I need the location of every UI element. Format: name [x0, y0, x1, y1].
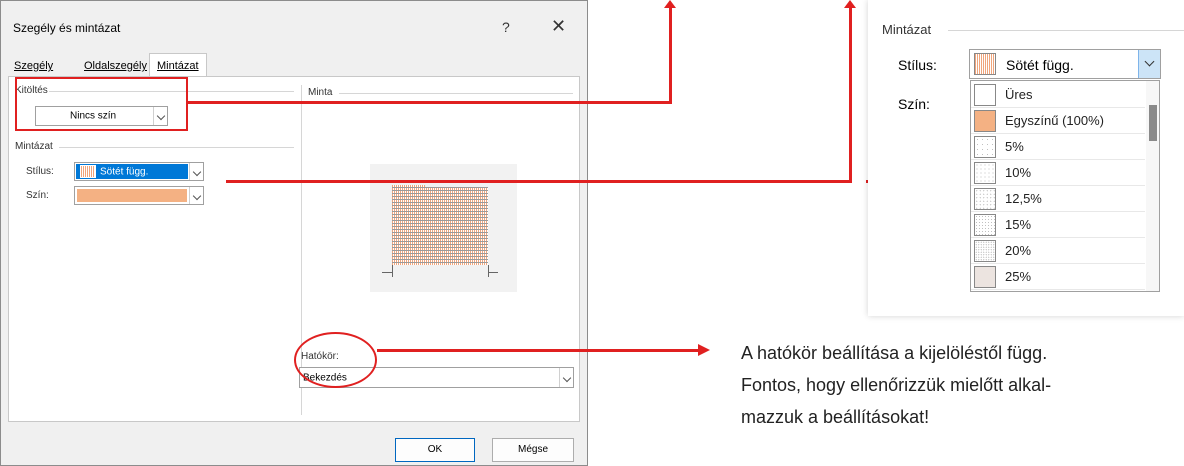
swatch-20	[974, 240, 996, 262]
crop-mark	[382, 272, 392, 273]
crop-mark	[392, 265, 393, 277]
chevron-down-icon	[189, 163, 203, 180]
pattern-style-value: Sötét függ.	[100, 166, 149, 177]
arrow-line	[226, 180, 851, 183]
list-item-label: 5%	[1005, 139, 1024, 154]
divider	[948, 30, 1184, 31]
pattern-style-flyout: Mintázat Stílus: Sötét függ. Szín: Üres …	[868, 0, 1184, 316]
divider	[339, 93, 573, 94]
swatch-5	[974, 136, 996, 158]
close-button[interactable]: ✕	[551, 16, 566, 37]
pattern-color-dropdown[interactable]	[74, 186, 204, 205]
list-item[interactable]: 25%	[971, 264, 1145, 290]
arrow-line	[377, 349, 699, 352]
pattern-swatch-icon	[974, 53, 996, 75]
swatch-solid	[974, 110, 996, 132]
list-item-label: 12,5%	[1005, 191, 1042, 206]
pattern-color-label: Szín:	[26, 190, 49, 201]
chevron-down-icon	[1144, 56, 1155, 67]
list-item[interactable]: 20%	[971, 238, 1145, 264]
list-item[interactable]: Egyszínű (100%)	[971, 108, 1145, 134]
flyout-color-label: Szín:	[898, 96, 930, 112]
tab-szegely[interactable]: Szegély	[7, 57, 60, 76]
scrollbar[interactable]	[1146, 81, 1159, 291]
list-item-label: 20%	[1005, 243, 1032, 258]
chevron-down-icon	[559, 368, 573, 387]
pattern-style-label: Stílus:	[26, 166, 54, 177]
pattern-style-list[interactable]: Üres Egyszínű (100%) 5% 10% 12,5% 15% 20…	[970, 80, 1160, 292]
pattern-preview	[370, 164, 517, 292]
color-swatch	[77, 189, 187, 202]
divider	[59, 147, 294, 148]
flyout-style-value: Sötét függ.	[1006, 57, 1074, 73]
tab-mintazat[interactable]: Mintázat	[149, 53, 207, 77]
preview-text-lines	[392, 187, 488, 265]
flyout-group-label: Mintázat	[882, 22, 932, 37]
list-item-label: 15%	[1005, 217, 1032, 232]
arrow-line	[849, 6, 852, 183]
arrow-head-icon	[698, 344, 710, 356]
note-line: A hatókör beállítása a kijelöléstől függ…	[741, 343, 1048, 363]
note-line: mazzuk a beállításokat!	[741, 407, 930, 427]
list-item[interactable]: Üres	[971, 82, 1145, 108]
arrow-head-icon	[664, 0, 676, 8]
flyout-style-label: Stílus:	[898, 57, 937, 73]
ok-button[interactable]: OK	[395, 438, 475, 462]
note-line: Fontos, hogy ellenőrizzük mielőtt alkal-	[741, 375, 1052, 395]
arrow-head-icon	[844, 0, 856, 8]
list-item-label: Üres	[1005, 87, 1033, 102]
scrollbar-thumb[interactable]	[1149, 105, 1157, 141]
tab-label: Szegély	[14, 60, 54, 72]
tab-oldalszegely[interactable]: Oldalszegély	[77, 57, 154, 76]
dropdown-toggle[interactable]	[1138, 50, 1160, 78]
arrow-line	[188, 101, 671, 104]
help-button[interactable]: ?	[502, 19, 510, 35]
list-item[interactable]: 5%	[971, 134, 1145, 160]
arrow-line	[669, 6, 672, 104]
preview-group-label: Minta	[308, 87, 333, 98]
swatch-empty	[974, 84, 996, 106]
swatch-25	[974, 266, 996, 288]
swatch-15	[974, 214, 996, 236]
list-item-label: 25%	[1005, 269, 1032, 284]
list-item-label: 10%	[1005, 165, 1032, 180]
title-bar: Szegély és mintázat ? ✕	[1, 1, 587, 45]
list-item[interactable]: 12,5%	[971, 186, 1145, 212]
list-item[interactable]: 10%	[971, 160, 1145, 186]
crop-mark	[488, 265, 489, 277]
tab-label: Oldalszegély	[84, 60, 147, 72]
list-item-label: Egyszínű (100%)	[1005, 113, 1104, 128]
pattern-group-label: Mintázat	[15, 141, 53, 152]
borders-shading-dialog: Szegély és mintázat ? ✕ Szegély Oldalsze…	[0, 0, 588, 466]
pattern-style-dropdown[interactable]: Sötét függ.	[74, 162, 204, 181]
highlight-box	[15, 77, 188, 131]
crop-mark	[488, 272, 498, 273]
dialog-title: Szegély és mintázat	[13, 21, 121, 35]
chevron-down-icon	[189, 187, 203, 204]
swatch-12-5	[974, 188, 996, 210]
cancel-button[interactable]: Mégse	[492, 438, 574, 462]
pattern-swatch-icon	[80, 165, 96, 178]
highlight-ellipse	[294, 332, 377, 388]
list-item[interactable]: 15%	[971, 212, 1145, 238]
tab-label: Mintázat	[157, 60, 199, 72]
flyout-style-dropdown[interactable]: Sötét függ.	[969, 49, 1161, 79]
swatch-10	[974, 162, 996, 184]
